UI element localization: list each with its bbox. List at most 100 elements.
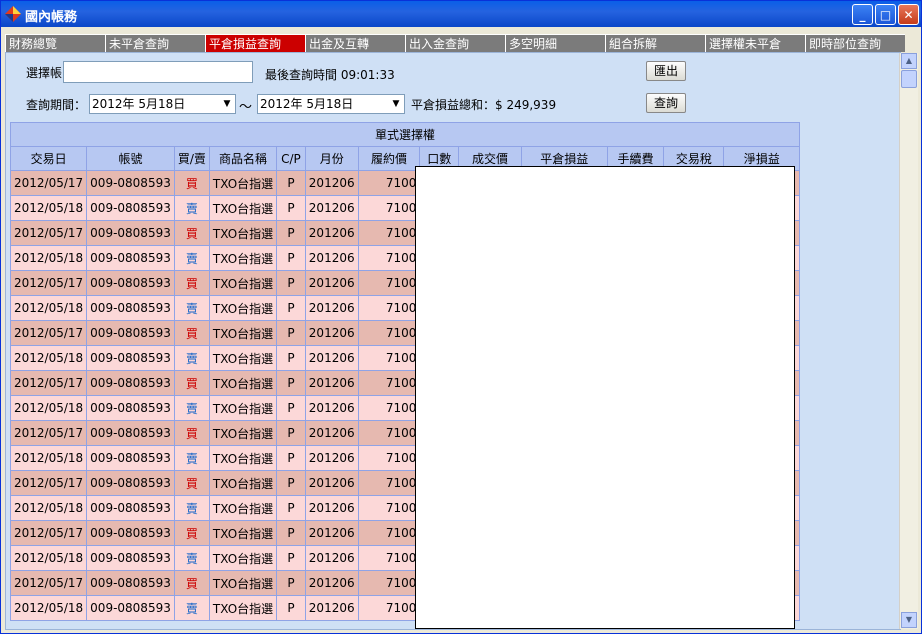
table-cell: 買 — [173, 370, 210, 396]
table-cell: 009-0808593 — [86, 170, 175, 196]
last-query-time: 最後查詢時間 09:01:33 — [265, 68, 395, 82]
column-header[interactable]: 交易日 — [10, 146, 88, 171]
table-cell: 賣 — [173, 195, 210, 221]
vertical-scrollbar[interactable]: ▲ ▼ — [899, 53, 918, 629]
close-icon: ✕ — [903, 7, 914, 22]
tab-long-short-detail[interactable]: 多空明細 — [505, 34, 605, 52]
table-cell: TXO台指選 — [208, 570, 278, 596]
period-label: 查詢期間： — [26, 98, 87, 112]
scroll-up-button[interactable]: ▲ — [901, 53, 917, 69]
window-title: 國內帳務 — [25, 10, 78, 25]
table-cell: TXO台指選 — [208, 520, 278, 546]
table-cell: 2012/05/17 — [10, 220, 88, 246]
tab-bar: 財務總覽 未平倉查詢 平倉損益查詢 出金及互轉 出入金查詢 多空明細 組合拆解 … — [5, 34, 905, 52]
table-cell: 7100 — [357, 370, 421, 396]
table-cell: 7100 — [357, 520, 421, 546]
table-cell: 賣 — [173, 345, 210, 371]
chevron-down-icon[interactable]: ▼ — [219, 95, 235, 113]
table-cell: TXO台指選 — [208, 595, 278, 621]
table-cell: 買 — [173, 420, 210, 446]
table-cell: TXO台指選 — [208, 170, 278, 196]
table-cell: 2012/05/18 — [10, 495, 88, 521]
table-cell: 009-0808593 — [86, 195, 175, 221]
date-to-select[interactable]: 2012年 5月18日 ▼ — [257, 94, 405, 114]
table-cell: 7100 — [357, 470, 421, 496]
minimize-button[interactable]: _ — [852, 4, 873, 25]
table-cell: 7100 — [357, 295, 421, 321]
table-cell: P — [276, 445, 306, 471]
scroll-thumb[interactable] — [901, 70, 917, 88]
query-button[interactable]: 查詢 — [646, 93, 686, 113]
table-cell: 賣 — [173, 395, 210, 421]
column-header[interactable]: 商品名稱 — [208, 146, 278, 171]
window: 國內帳務 _ □ ✕ 財務總覽 未平倉查詢 平倉損益查詢 出金及互轉 出入金查詢… — [0, 0, 922, 634]
table-cell: 201206 — [304, 245, 359, 271]
table-cell: 201206 — [304, 495, 359, 521]
close-button[interactable]: ✕ — [898, 4, 919, 25]
table-cell: P — [276, 470, 306, 496]
date-from-select[interactable]: 2012年 5月18日 ▼ — [89, 94, 236, 114]
tab-deposit-withdraw-query[interactable]: 出入金查詢 — [405, 34, 505, 52]
table-cell: 2012/05/17 — [10, 570, 88, 596]
table-cell: P — [276, 420, 306, 446]
table-cell: 201206 — [304, 470, 359, 496]
table-cell: 009-0808593 — [86, 445, 175, 471]
table-cell: TXO台指選 — [208, 270, 278, 296]
column-header[interactable]: 帳號 — [86, 146, 175, 171]
column-header[interactable]: 月份 — [304, 146, 359, 171]
tab-closed-pnl[interactable]: 平倉損益查詢 — [205, 34, 305, 52]
table-cell: 009-0808593 — [86, 520, 175, 546]
table-cell: 7100 — [357, 220, 421, 246]
column-header[interactable]: 買/賣 — [173, 146, 210, 171]
table-cell: 201206 — [304, 445, 359, 471]
table-cell: P — [276, 520, 306, 546]
account-input[interactable] — [63, 61, 253, 83]
tab-realtime-positions[interactable]: 即時部位查詢 — [805, 34, 905, 52]
table-cell: TXO台指選 — [208, 195, 278, 221]
table-cell: TXO台指選 — [208, 495, 278, 521]
title-bar[interactable]: 國內帳務 _ □ ✕ — [1, 1, 921, 27]
table-cell: 7100 — [357, 170, 421, 196]
table-cell: 賣 — [173, 495, 210, 521]
tab-account-overview[interactable]: 財務總覽 — [5, 34, 105, 52]
chevron-down-icon: ▼ — [905, 615, 913, 624]
table-cell: 009-0808593 — [86, 395, 175, 421]
chevron-down-icon[interactable]: ▼ — [388, 95, 404, 113]
tab-combo-split[interactable]: 組合拆解 — [605, 34, 705, 52]
table-cell: 7100 — [357, 345, 421, 371]
table-cell: 7100 — [357, 195, 421, 221]
table-cell: 2012/05/17 — [10, 420, 88, 446]
table-cell: 2012/05/17 — [10, 170, 88, 196]
table-cell: 2012/05/18 — [10, 295, 88, 321]
column-header[interactable]: 履約價 — [357, 146, 421, 171]
table-cell: 201206 — [304, 170, 359, 196]
total-pnl: 平倉損益總和：$ 249,939 — [411, 98, 557, 112]
table-cell: 賣 — [173, 545, 210, 571]
table-cell: 7100 — [357, 570, 421, 596]
table-cell: P — [276, 245, 306, 271]
table-cell: 7100 — [357, 545, 421, 571]
table-cell: 201206 — [304, 270, 359, 296]
date-to-value: 2012年 5月18日 — [260, 97, 354, 111]
scroll-down-button[interactable]: ▼ — [901, 612, 917, 628]
column-header[interactable]: C/P — [276, 146, 306, 171]
table-cell: 買 — [173, 470, 210, 496]
table-cell: P — [276, 270, 306, 296]
export-button[interactable]: 匯出 — [646, 61, 686, 81]
tab-option-open-positions[interactable]: 選擇權未平倉 — [705, 34, 805, 52]
maximize-button[interactable]: □ — [875, 4, 896, 25]
table-cell: 買 — [173, 220, 210, 246]
table-cell: 009-0808593 — [86, 345, 175, 371]
table-cell: 賣 — [173, 245, 210, 271]
table-cell: 買 — [173, 520, 210, 546]
table-cell: 009-0808593 — [86, 495, 175, 521]
table-cell: TXO台指選 — [208, 445, 278, 471]
table-cell: 買 — [173, 170, 210, 196]
table-cell: 7100 — [357, 495, 421, 521]
table-cell: 201206 — [304, 545, 359, 571]
table-cell: 2012/05/17 — [10, 470, 88, 496]
tab-open-positions[interactable]: 未平倉查詢 — [105, 34, 205, 52]
table-cell: 009-0808593 — [86, 220, 175, 246]
tab-withdraw-transfer[interactable]: 出金及互轉 — [305, 34, 405, 52]
table-cell: 201206 — [304, 370, 359, 396]
